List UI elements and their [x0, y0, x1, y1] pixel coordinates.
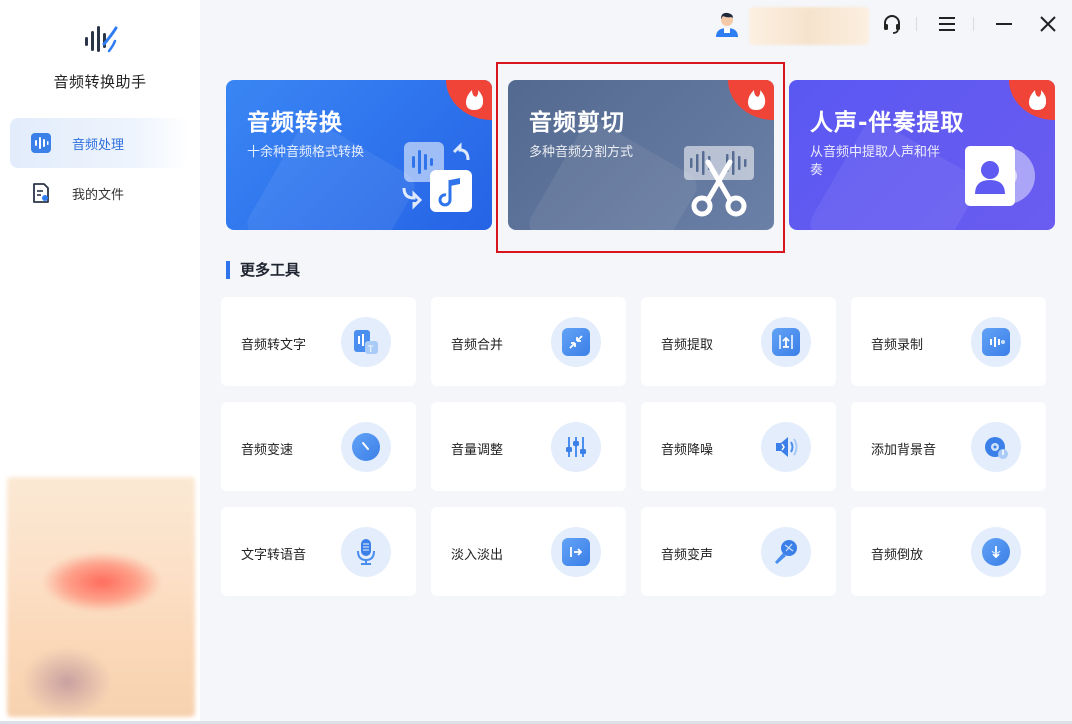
tool-fade-in-out[interactable]: 淡入淡出 [431, 507, 626, 596]
sidebar: 音频转换助手 音频处理 我的文件 [0, 0, 200, 724]
app-title: 音频转换助手 [53, 73, 147, 91]
tool-audio-record[interactable]: 音频录制 [851, 297, 1046, 386]
card-subtitle: 十余种音频格式转换 [247, 145, 365, 160]
audio-convert-illustration-icon [402, 142, 472, 212]
sidebar-item-audio-processing[interactable]: 音频处理 [10, 118, 188, 168]
tool-voice-changer[interactable]: 音频变声 [641, 507, 836, 596]
tool-label: 文字转语音 [241, 548, 307, 563]
speed-icon [341, 422, 391, 472]
feature-card-audio-convert[interactable]: 音频转换 十余种音频格式转换 [226, 80, 492, 230]
tool-label: 音频变声 [661, 548, 714, 563]
hot-icon [728, 80, 774, 120]
feature-card-vocal-extract[interactable]: 人声-伴奏提取 从音频中提取人声和伴奏 [789, 80, 1055, 230]
denoise-icon [761, 422, 811, 472]
card-subtitle: 多种音频分割方式 [529, 145, 634, 160]
tool-label: 音频降噪 [661, 443, 714, 458]
sidebar-item-my-files[interactable]: 我的文件 [10, 168, 188, 218]
merge-icon [551, 317, 601, 367]
tool-audio-reverse[interactable]: 音频倒放 [851, 507, 1046, 596]
tool-label: 音频变速 [241, 443, 294, 458]
card-title: 音频转换 [247, 110, 343, 136]
tool-audio-speed[interactable]: 音频变速 [221, 402, 416, 491]
microphone-icon [341, 527, 391, 577]
tool-speech-to-text[interactable]: 音频转文字 T [221, 297, 416, 386]
record-icon [971, 317, 1021, 367]
tool-label: 音频转文字 [241, 338, 307, 353]
audio-wave-icon [30, 132, 52, 154]
hot-icon [446, 80, 492, 120]
username[interactable] [749, 7, 869, 45]
voice-changer-icon [761, 527, 811, 577]
scissors-icon [684, 146, 754, 217]
volume-sliders-icon [551, 422, 601, 472]
tool-label: 音频倒放 [871, 548, 924, 563]
tool-text-to-speech[interactable]: 文字转语音 [221, 507, 416, 596]
card-title: 人声-伴奏提取 [810, 110, 965, 136]
extract-icon-shape [772, 328, 800, 356]
tool-audio-merge[interactable]: 音频合并 [431, 297, 626, 386]
headset-icon[interactable] [878, 10, 906, 38]
promo-banner[interactable] [7, 477, 195, 717]
file-icon [30, 182, 52, 204]
feature-card-audio-cut[interactable]: 音频剪切 多种音频分割方式 [508, 80, 774, 230]
reverse-icon-shape [982, 538, 1010, 566]
record-icon-shape [982, 328, 1010, 356]
tool-audio-extract[interactable]: 音频提取 [641, 297, 836, 386]
merge-icon-shape [562, 328, 590, 356]
tool-audio-denoise[interactable]: 音频降噪 [641, 402, 836, 491]
minimize-icon[interactable] [990, 10, 1018, 38]
tool-volume-adjust[interactable]: 音量调整 [431, 402, 626, 491]
section-title-more-tools: 更多工具 [226, 261, 300, 279]
tool-label: 音频录制 [871, 338, 924, 353]
app-logo-icon [80, 22, 120, 58]
background-music-icon [971, 422, 1021, 472]
tool-add-background-music[interactable]: 添加背景音 [851, 402, 1046, 491]
sidebar-item-label: 我的文件 [72, 187, 125, 203]
tool-label: 淡入淡出 [451, 548, 504, 563]
extract-icon [761, 317, 811, 367]
tool-label: 添加背景音 [871, 443, 937, 458]
speech-to-text-icon: T [341, 317, 391, 367]
avatar-icon[interactable] [713, 10, 741, 38]
card-subtitle: 从音频中提取人声和伴奏 [810, 145, 941, 178]
speed-icon-shape [352, 433, 380, 461]
reverse-icon [971, 527, 1021, 577]
close-icon[interactable] [1034, 10, 1062, 38]
divider [916, 17, 917, 31]
hot-icon [1009, 80, 1055, 120]
divider [973, 17, 974, 31]
tool-grid: 音频转文字 T 音频合并 音频提取 音频录制 音频变速 音量调整 音频降噪 添加… [221, 297, 1047, 596]
svg-text:T: T [367, 345, 374, 355]
vocal-extract-icon [965, 146, 1035, 206]
tool-label: 音频合并 [451, 338, 504, 353]
menu-icon[interactable] [933, 10, 961, 38]
sidebar-item-label: 音频处理 [72, 137, 125, 153]
fade-icon [551, 527, 601, 577]
tool-label: 音频提取 [661, 338, 714, 353]
fade-icon-shape [562, 538, 590, 566]
card-title: 音频剪切 [529, 110, 625, 136]
tool-label: 音量调整 [451, 443, 504, 458]
